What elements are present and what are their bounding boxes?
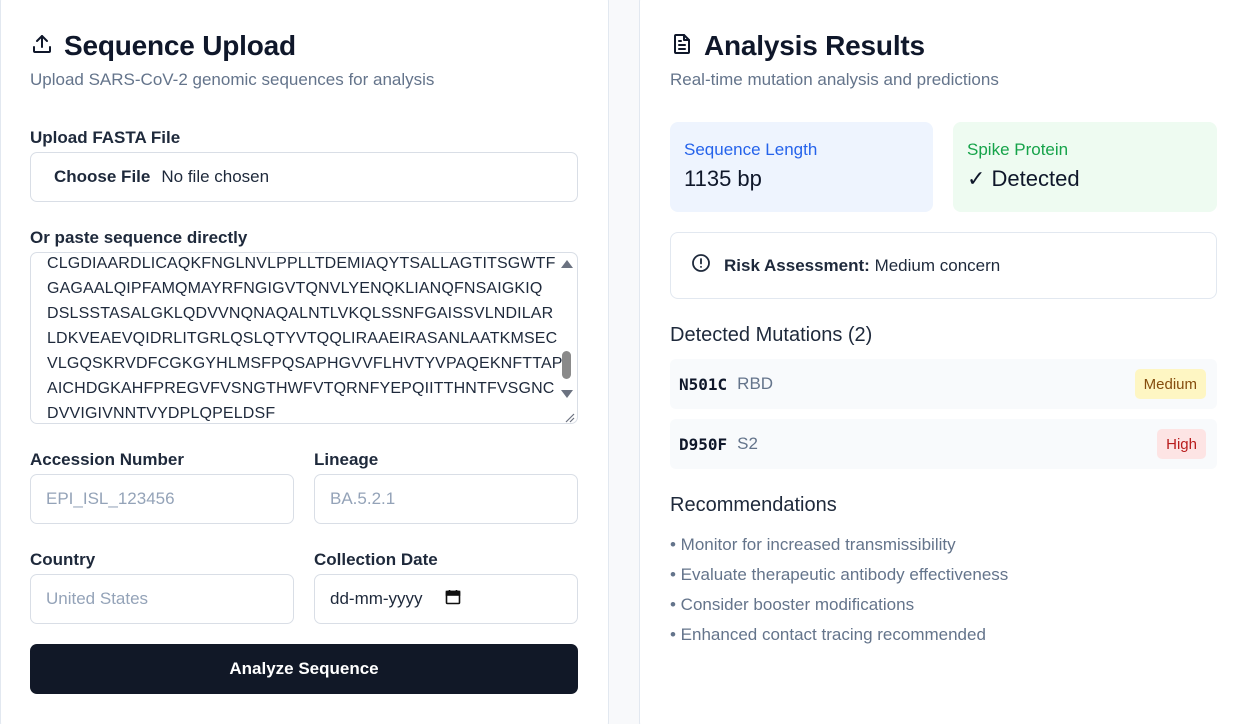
results-title: Analysis Results: [704, 30, 925, 61]
country-input[interactable]: United States: [30, 574, 294, 624]
spike-protein-value: ✓ Detected: [967, 166, 1080, 191]
mutation-code: N501C: [679, 374, 728, 394]
sequence-length-value: 1135 bp: [684, 166, 762, 191]
recommendation-item: • Consider booster modifications: [670, 595, 915, 614]
recommendations-list: • Monitor for increased transmissibility…: [670, 530, 1008, 650]
sequence-line: AICHDGKAHFPREGVFVSNGTHWFVTQRNFYEPQIITTHN…: [47, 380, 555, 397]
file-status-text: No file chosen: [161, 167, 270, 186]
mutation-row: N501C RBD Medium: [670, 359, 1217, 409]
lineage-input[interactable]: BA.5.2.1: [314, 474, 578, 524]
calendar-icon[interactable]: [445, 589, 461, 610]
upload-subtitle: Upload SARS-CoV-2 genomic sequences for …: [30, 70, 435, 89]
accession-input[interactable]: EPI_ISL_123456: [30, 474, 294, 524]
alert-circle-icon: [691, 253, 711, 278]
fasta-label: Upload FASTA File: [30, 128, 181, 147]
sequence-line: DVVIGIVNNTVYDPLQPELDSF: [47, 405, 276, 422]
severity-badge: High: [1157, 429, 1206, 459]
scrollbar-thumb[interactable]: [562, 351, 571, 379]
mutation-region: RBD: [737, 374, 774, 393]
sequence-line: LDKVEAEVQIDRLITGRLQSLQTYVTQQLIRAAEIRASAN…: [47, 330, 558, 347]
fasta-file-input[interactable]: Choose File No file chosen: [30, 152, 578, 202]
textarea-scrollbar[interactable]: [557, 253, 577, 423]
recommendation-item: • Enhanced contact tracing recommended: [670, 625, 986, 644]
sequence-textarea[interactable]: CLGDIAARDLICAQKFNGLNVLPPLLTDEMIAQYTSALLA…: [30, 252, 578, 424]
upload-title: Sequence Upload: [64, 30, 296, 61]
risk-label: Risk Assessment:: [724, 255, 870, 275]
analyze-sequence-button[interactable]: Analyze Sequence: [30, 644, 578, 694]
sequence-line: DSLSSTASALGKLQDVVNQNAQALNTLVKQLSSNFGAISS…: [47, 305, 554, 322]
recommendations-title: Recommendations: [670, 494, 837, 516]
mutation-code: D950F: [679, 434, 728, 454]
spike-protein-card: Spike Protein ✓ Detected: [953, 122, 1217, 212]
sequence-text: CLGDIAARDLICAQKFNGLNVLPPLLTDEMIAQYTSALLA…: [47, 253, 563, 423]
upload-header: Sequence Upload: [30, 30, 296, 62]
choose-file-button[interactable]: Choose File: [54, 167, 150, 187]
accession-label: Accession Number: [30, 450, 184, 469]
lineage-label: Lineage: [314, 450, 379, 469]
sequence-length-card: Sequence Length 1135 bp: [670, 122, 933, 212]
recommendation-item: • Monitor for increased transmissibility: [670, 535, 956, 554]
date-placeholder: dd-mm-yyyy: [330, 589, 423, 608]
sequence-line: GAGAALQIPFAMQMAYRFNGIGVTQNVLYENQKLIANQFN…: [47, 280, 543, 297]
risk-assessment-box: Risk Assessment: Medium concern: [670, 232, 1217, 299]
resize-grip-icon[interactable]: [564, 410, 575, 423]
upload-icon: [30, 32, 54, 61]
scroll-up-arrow-icon[interactable]: [561, 260, 573, 268]
severity-badge: Medium: [1134, 369, 1206, 399]
mutation-region: S2: [737, 434, 758, 453]
results-subtitle: Real-time mutation analysis and predicti…: [670, 70, 999, 89]
risk-value: Medium concern: [874, 255, 1001, 275]
collection-date-label: Collection Date: [314, 550, 438, 569]
mutations-title: Detected Mutations (2): [670, 324, 873, 346]
mutation-row: D950F S2 High: [670, 419, 1217, 469]
spike-protein-label: Spike Protein: [967, 140, 1069, 159]
sequence-line: VLGQSKRVDFCGKGYHLMSFPQSAPHGVVFLHVTYVPAQE…: [47, 355, 563, 372]
collection-date-input[interactable]: dd-mm-yyyy: [314, 574, 578, 624]
recommendation-item: • Evaluate therapeutic antibody effectiv…: [670, 565, 1009, 584]
paste-label: Or paste sequence directly: [30, 228, 248, 247]
scroll-down-arrow-icon[interactable]: [561, 390, 573, 398]
sequence-length-label: Sequence Length: [684, 140, 818, 159]
results-header: Analysis Results: [670, 30, 925, 62]
sequence-line: CLGDIAARDLICAQKFNGLNVLPPLLTDEMIAQYTSALLA…: [47, 255, 556, 272]
document-icon: [670, 32, 694, 61]
country-label: Country: [30, 550, 96, 569]
